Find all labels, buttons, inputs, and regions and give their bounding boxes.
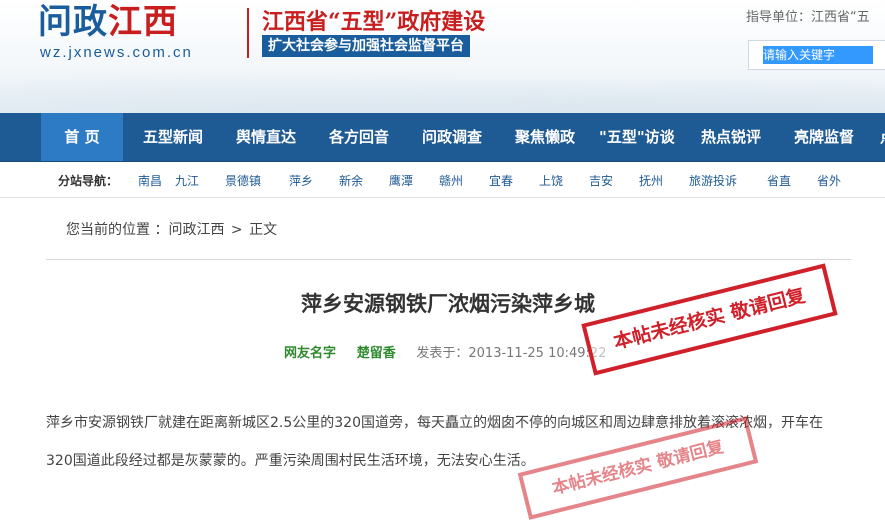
branch-item[interactable]: 省外 bbox=[817, 162, 841, 200]
slogan-title: 江西省“五型”政府建设 bbox=[262, 9, 486, 35]
unverified-stamp: 本帖未经核实 敬请回复 bbox=[581, 263, 838, 376]
guide-unit-text: 指导单位：江西省“五 bbox=[746, 10, 870, 25]
breadcrumb: 您当前的位置 ：问政江西 > 正文 bbox=[66, 219, 277, 239]
header-divider bbox=[247, 8, 249, 58]
search-input[interactable] bbox=[763, 46, 873, 64]
breadcrumb-current: 正文 bbox=[249, 222, 278, 238]
nav-item-responses[interactable]: 各方回音 bbox=[329, 113, 389, 161]
nav-item-interview[interactable]: "五型"访谈 bbox=[599, 113, 675, 161]
logo-url: wz.jxnews.com.cn bbox=[40, 44, 193, 61]
breadcrumb-link-site[interactable]: 问政江西 bbox=[168, 222, 224, 238]
nav-item-laziness[interactable]: 聚焦懒政 bbox=[515, 113, 575, 161]
nav-item-survey[interactable]: 问政调查 bbox=[422, 113, 482, 161]
breadcrumb-separator: > bbox=[230, 222, 243, 238]
branch-item[interactable]: 南昌 bbox=[138, 162, 162, 200]
site-header: 问政江西 wz.jxnews.com.cn 江西省“五型”政府建设 扩大社会参与… bbox=[0, 0, 885, 113]
branch-nav: 分站导航： 南昌 九江 景德镇 萍乡 新余 鹰潭 赣州 宜春 上饶 吉安 抚州 … bbox=[0, 162, 885, 198]
branch-item[interactable]: 宜春 bbox=[489, 162, 513, 200]
author-name[interactable]: 楚留香 bbox=[357, 346, 396, 361]
branch-item[interactable]: 省直 bbox=[767, 162, 791, 200]
posted-label: 发表于： bbox=[416, 346, 469, 361]
nav-item-home[interactable]: 首 页 bbox=[41, 113, 123, 161]
branch-item[interactable]: 旅游投诉 bbox=[689, 162, 737, 200]
nav-item-opinion[interactable]: 舆情直达 bbox=[236, 113, 296, 161]
branch-item[interactable]: 上饶 bbox=[539, 162, 563, 200]
branch-item[interactable]: 景德镇 bbox=[225, 162, 261, 200]
search-box bbox=[748, 40, 885, 70]
posted-time: 2013-11-25 10:49:22 bbox=[468, 346, 607, 361]
author-label: 网友名字 bbox=[284, 346, 337, 361]
branch-item[interactable]: 萍乡 bbox=[289, 162, 313, 200]
branch-item[interactable]: 抚州 bbox=[639, 162, 663, 200]
nav-item-commentary[interactable]: 热点锐评 bbox=[701, 113, 761, 161]
branch-item[interactable]: 新余 bbox=[339, 162, 363, 200]
divider-line bbox=[46, 259, 851, 260]
nav-item-more[interactable]: 点 bbox=[880, 113, 885, 161]
branch-item[interactable]: 鹰潭 bbox=[389, 162, 413, 200]
article-meta: 网友名字 楚留香 发表于：2013-11-25 10:49:22 bbox=[284, 342, 606, 361]
nav-item-news[interactable]: 五型新闻 bbox=[143, 113, 203, 161]
branch-item[interactable]: 吉安 bbox=[589, 162, 613, 200]
branch-nav-label: 分站导航： bbox=[58, 174, 119, 188]
slogan-subtitle: 扩大社会参与加强社会监督平台 bbox=[262, 35, 470, 57]
main-nav: 首 页 五型新闻 舆情直达 各方回音 问政调查 聚焦懒政 "五型"访谈 热点锐评… bbox=[0, 113, 885, 162]
breadcrumb-prefix: 您当前的位置 ： bbox=[66, 222, 169, 238]
nav-item-supervision[interactable]: 亮牌监督 bbox=[794, 113, 854, 161]
logo-text-1: 问政 bbox=[38, 2, 108, 42]
logo-text-2: 江西 bbox=[108, 2, 178, 42]
site-logo[interactable]: 问政江西 bbox=[38, 2, 178, 42]
branch-item[interactable]: 九江 bbox=[175, 162, 199, 200]
branch-item[interactable]: 赣州 bbox=[439, 162, 463, 200]
